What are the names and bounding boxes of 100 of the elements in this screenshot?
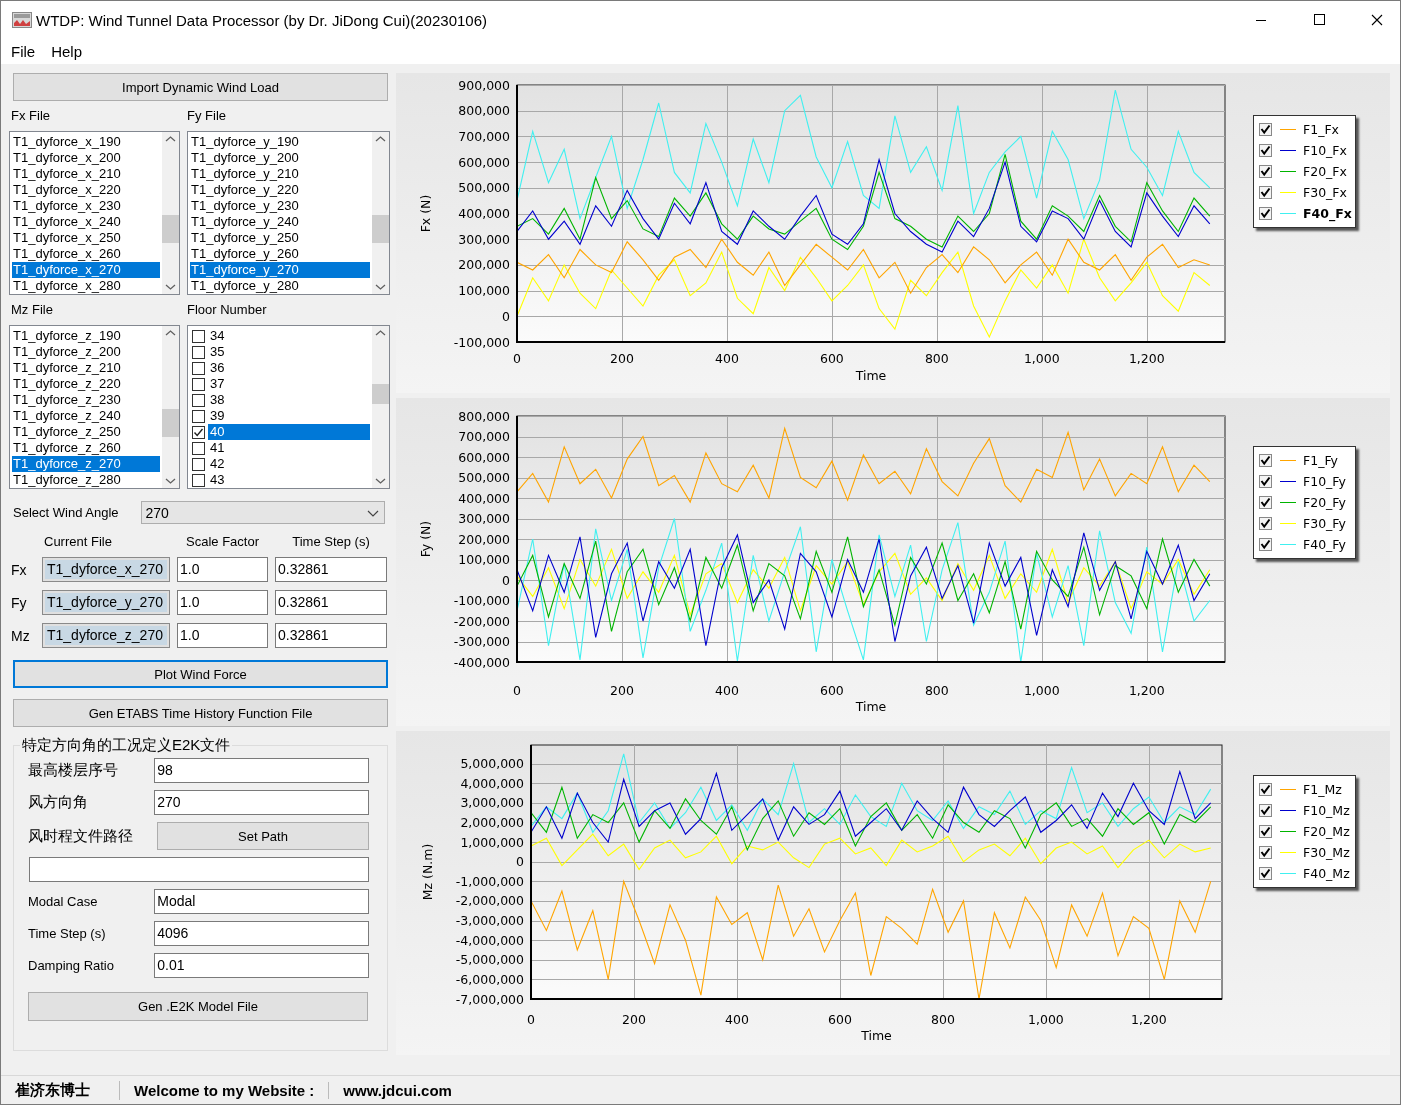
menu-item[interactable]: File [11,43,36,60]
list-item[interactable]: 36 [208,360,370,376]
list-item[interactable]: T1_dyforce_x_270 [12,262,160,278]
gen-etabs-button[interactable]: Gen ETABS Time History Function File [13,699,388,727]
legend-checkbox[interactable] [1259,144,1272,157]
list-item[interactable]: T1_dyforce_z_220 [12,376,160,392]
list-box[interactable]: T1_dyforce_z_190 T1_dyforce_z_200 T1_dyforce_z_210 T1_dyforce_z_220 T1_dyforce_z_230 T1_dyforce_z_240 T1_dyforce_z_250 T1_dyforce_z_260 T1_dyforce_z_270 T1_dyforce_z_280 [9,325,180,489]
list-box[interactable]: T1_dyforce_y_190 T1_dyforce_y_200 T1_dyforce_y_210 T1_dyforce_y_220 T1_dyforce_y_230 T1_dyforce_y_240 T1_dyforce_y_250 T1_dyforce_y_260 T1_dyforce_y_270 T1_dyforce_y_280 [187,131,390,295]
list-item[interactable]: 40 [208,424,370,440]
list-item[interactable]: T1_dyforce_y_270 [190,262,370,278]
list-item[interactable]: 41 [208,440,370,456]
checkbox[interactable] [192,377,205,391]
list-item[interactable]: T1_dyforce_z_270 [12,456,160,472]
legend-checkbox[interactable] [1259,207,1272,220]
list-item[interactable]: 43 [208,472,370,488]
legend-checkbox[interactable] [1259,165,1272,178]
checkbox[interactable] [192,457,205,471]
legend-checkbox[interactable] [1259,804,1272,817]
list-item[interactable]: T1_dyforce_y_250 [190,230,370,246]
gen-e2k-button[interactable]: Gen .E2K Model File [28,992,368,1021]
current-file-field[interactable]: T1_dyforce_y_270 [42,590,170,615]
time-step-field[interactable]: 0.32861 [275,590,387,615]
scrollbar[interactable] [372,326,389,488]
scale-factor-field[interactable]: 1.0 [177,557,268,582]
legend-checkbox[interactable] [1259,825,1272,838]
list-item[interactable]: 37 [208,376,370,392]
list-item[interactable]: T1_dyforce_x_260 [12,246,160,262]
list-item[interactable]: T1_dyforce_x_250 [12,230,160,246]
plot-button[interactable]: Plot Wind Force [13,660,388,688]
list-item[interactable]: T1_dyforce_y_190 [190,134,370,150]
input-field[interactable]: 4096 [154,921,369,946]
list-item[interactable]: 38 [208,392,370,408]
list-item[interactable]: T1_dyforce_z_190 [12,328,160,344]
path-field[interactable] [29,857,369,882]
legend-checkbox[interactable] [1259,123,1272,136]
legend-checkbox[interactable] [1259,867,1272,880]
checkbox[interactable] [192,329,205,343]
input-field[interactable]: Modal [154,889,369,914]
legend-checkbox[interactable] [1259,454,1272,467]
scroll-thumb[interactable] [372,384,389,404]
checkbox[interactable] [192,361,205,375]
input-field[interactable]: 0.01 [154,953,369,978]
legend-checkbox[interactable] [1259,496,1272,509]
checkbox[interactable] [192,345,205,359]
scroll-thumb[interactable] [162,215,179,243]
import-button[interactable]: Import Dynamic Wind Load [13,73,388,101]
list-item[interactable]: T1_dyforce_y_260 [190,246,370,262]
list-item[interactable]: T1_dyforce_z_260 [12,440,160,456]
list-item[interactable]: 34 [208,328,370,344]
legend-checkbox[interactable] [1259,846,1272,859]
list-item[interactable]: T1_dyforce_y_280 [190,278,370,294]
input-field[interactable]: 270 [154,790,369,815]
list-item[interactable]: T1_dyforce_x_280 [12,278,160,294]
checkbox[interactable] [192,473,205,487]
list-item[interactable]: T1_dyforce_y_220 [190,182,370,198]
scrollbar[interactable] [162,132,179,294]
checkbox[interactable] [192,441,205,455]
checkbox[interactable] [192,409,205,423]
legend-checkbox[interactable] [1259,517,1272,530]
checkbox[interactable] [192,393,205,407]
menu-item[interactable]: Help [51,43,83,60]
legend-checkbox[interactable] [1259,186,1272,199]
list-item[interactable]: T1_dyforce_x_240 [12,214,160,230]
scrollbar[interactable] [162,326,179,488]
scale-factor-field[interactable]: 1.0 [177,623,268,648]
list-item[interactable]: T1_dyforce_x_220 [12,182,160,198]
scroll-thumb[interactable] [372,215,389,243]
list-item[interactable]: T1_dyforce_z_280 [12,472,160,488]
time-step-field[interactable]: 0.32861 [275,557,387,582]
list-item[interactable]: T1_dyforce_x_230 [12,198,160,214]
current-file-field[interactable]: T1_dyforce_x_270 [42,557,170,582]
set-path-button[interactable]: Set Path [157,822,369,850]
legend-checkbox[interactable] [1259,783,1272,796]
list-item[interactable]: T1_dyforce_y_230 [190,198,370,214]
scroll-thumb[interactable] [162,409,179,437]
list-item[interactable]: T1_dyforce_z_210 [12,360,160,376]
legend-checkbox[interactable] [1259,475,1272,488]
current-file-field[interactable]: T1_dyforce_z_270 [42,623,170,648]
input-field[interactable]: 98 [154,758,369,783]
scale-factor-field[interactable]: 1.0 [177,590,268,615]
list-item[interactable]: 42 [208,456,370,472]
list-item[interactable]: T1_dyforce_z_240 [12,408,160,424]
list-item[interactable]: T1_dyforce_x_200 [12,150,160,166]
list-item[interactable]: T1_dyforce_z_230 [12,392,160,408]
list-item[interactable]: T1_dyforce_z_200 [12,344,160,360]
list-item[interactable]: T1_dyforce_y_210 [190,166,370,182]
list-item[interactable]: T1_dyforce_z_250 [12,424,160,440]
list-box[interactable]: T1_dyforce_x_190 T1_dyforce_x_200 T1_dyforce_x_210 T1_dyforce_x_220 T1_dyforce_x_230 T1_dyforce_x_240 T1_dyforce_x_250 T1_dyforce_x_260 T1_dyforce_x_270 T1_dyforce_x_280 [9,131,180,295]
list-item[interactable]: T1_dyforce_y_200 [190,150,370,166]
legend-checkbox[interactable] [1259,538,1272,551]
list-item[interactable]: T1_dyforce_x_210 [12,166,160,182]
list-box[interactable]: 34 35 36 37 38 39 40 41 42 43 [187,325,390,489]
wind-angle-dropdown[interactable]: 270 [140,501,385,524]
list-item[interactable]: 39 [208,408,370,424]
list-item[interactable]: 35 [208,344,370,360]
time-step-field[interactable]: 0.32861 [275,623,387,648]
scrollbar[interactable] [372,132,389,294]
checkbox[interactable] [192,425,205,439]
list-item[interactable]: T1_dyforce_x_190 [12,134,160,150]
list-item[interactable]: T1_dyforce_y_240 [190,214,370,230]
